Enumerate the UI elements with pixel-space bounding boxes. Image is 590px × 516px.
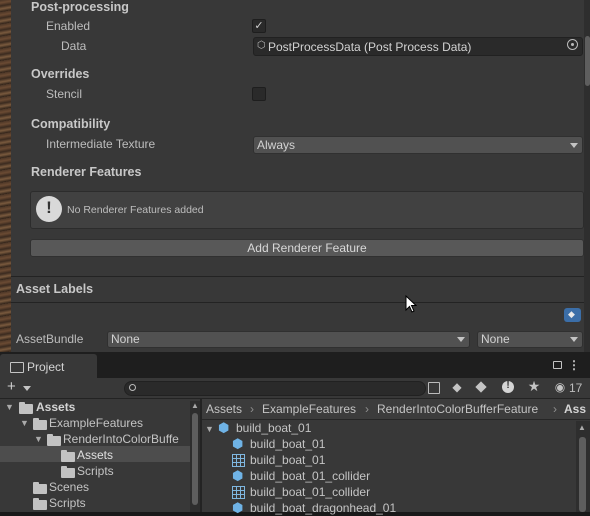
mesh-icon [232,486,245,499]
lock-icon[interactable] [553,361,562,369]
tree-item-scenes[interactable]: Scenes [49,480,89,494]
log-filter-icon[interactable]: ! [502,380,514,393]
cube-icon: ⬢ [232,500,244,515]
asset-labels-header: Asset Labels [16,282,94,296]
checkmark-icon: ✓ [254,20,264,32]
info-icon: ! [36,196,62,222]
intermediate-texture-label: Intermediate Texture [46,137,156,151]
post-processing-header: Post-processing [31,0,129,14]
mouse-cursor-icon [405,295,417,313]
data-object-value: PostProcessData (Post Process Data) [268,40,472,54]
chevron-down-icon [570,143,578,148]
assetbundle-name-dropdown[interactable]: None [107,331,470,348]
assetbundle-variant-dropdown[interactable]: None [477,331,583,348]
favorites-star-icon[interactable]: ★ [527,378,541,395]
mesh-icon [232,454,245,467]
breadcrumb-separator-icon: › [250,402,254,416]
label-tag-icon[interactable]: ◆ [564,308,581,322]
scriptable-object-icon: ⬡ [257,40,266,51]
stencil-checkbox[interactable] [252,87,266,101]
breadcrumb-separator-icon: › [365,402,369,416]
expand-triangle-icon[interactable]: ▼ [34,434,43,444]
breadcrumb-assets[interactable]: Assets [206,402,242,416]
file-item[interactable]: build_boat_01_collider [250,485,370,499]
tree-scroll-thumb[interactable] [192,413,198,505]
overrides-header: Overrides [31,67,90,81]
scroll-up-icon[interactable]: ▲ [191,401,199,410]
breadcrumb-examplefeatures[interactable]: ExampleFeatures [262,402,356,416]
renderer-features-helpbox: ! No Renderer Features added [30,191,584,229]
add-asset-button[interactable]: + [7,379,16,394]
tree-item-scripts[interactable]: Scripts [77,464,114,478]
breadcrumb: Assets › ExampleFeatures › RenderIntoCol… [202,399,590,420]
search-icon [129,384,136,391]
renderer-features-header: Renderer Features [31,165,142,179]
hidden-packages-eye-icon[interactable]: ◉ [553,380,567,394]
project-tab[interactable]: Project [0,354,97,380]
hidden-packages-count: 17 [569,381,583,395]
breadcrumb-separator-icon: › [553,402,557,416]
scroll-up-icon[interactable]: ▲ [578,423,586,432]
intermediate-texture-value: Always [257,138,296,152]
intermediate-texture-dropdown[interactable]: Always [253,136,583,154]
tree-item-renderintocolorbuffer[interactable]: RenderIntoColorBuffe [63,432,189,446]
enabled-label: Enabled [46,19,91,33]
folder-icon [61,450,75,462]
add-renderer-feature-button[interactable]: Add Renderer Feature [30,239,584,257]
file-item[interactable]: build_boat_01 [236,421,311,435]
folder-tab-icon [10,362,24,373]
expand-triangle-icon[interactable]: ▼ [5,402,14,412]
breadcrumb-renderintocolorbufferfeature[interactable]: RenderIntoColorBufferFeature [377,402,538,416]
tree-item-assets-selected[interactable]: Assets [77,448,113,462]
section-divider [11,276,584,277]
prefab-icon: ⬢ [218,420,230,435]
tree-item-examplefeatures[interactable]: ExampleFeatures [49,416,143,430]
assetbundle-label: AssetBundle [16,332,84,346]
folder-icon [19,402,33,414]
stencil-label: Stencil [46,87,83,101]
chevron-down-icon [570,337,578,342]
project-tab-label: Project [27,360,65,374]
helpbox-message: No Renderer Features added [67,204,204,216]
compatibility-header: Compatibility [31,117,111,131]
file-item[interactable]: build_boat_01 [250,437,325,451]
scene-view-strip [0,0,11,352]
data-label: Data [61,39,87,53]
section-divider [11,302,584,303]
inspector-scroll-thumb[interactable] [585,36,590,86]
assetbundle-variant-value: None [481,332,510,346]
chevron-down-icon [457,337,465,342]
enabled-checkbox[interactable]: ✓ [252,19,266,33]
tree-item-scripts-root[interactable]: Scripts [49,496,86,510]
folder-icon [47,434,61,446]
folder-icon [33,418,47,430]
file-item[interactable]: build_boat_01_collider [250,469,370,483]
file-item[interactable]: build_boat_01 [250,453,325,467]
filter-by-type-icon[interactable]: ◆ [450,380,464,394]
project-search-input[interactable] [124,381,426,396]
files-scroll-thumb[interactable] [579,437,586,512]
data-object-field[interactable]: ⬡ PostProcessData (Post Process Data) [253,37,583,56]
search-by-type-icon[interactable] [428,382,440,394]
assetbundle-name-value: None [111,332,140,346]
more-menu-icon[interactable]: ⋮ [568,358,580,372]
cube-icon: ⬢ [232,436,244,451]
object-picker-icon[interactable] [567,39,578,50]
folder-icon [33,498,47,510]
tree-item-assets[interactable]: Assets [36,400,75,414]
folder-icon [33,482,47,494]
file-item[interactable]: build_boat_dragonhead_01 [250,501,396,515]
expand-triangle-icon[interactable]: ▼ [205,424,214,434]
folder-icon [61,466,75,478]
expand-triangle-icon[interactable]: ▼ [20,418,29,428]
breadcrumb-current[interactable]: Ass [564,402,586,416]
chevron-down-icon [23,386,31,391]
cube-icon: ⬢ [232,468,244,483]
